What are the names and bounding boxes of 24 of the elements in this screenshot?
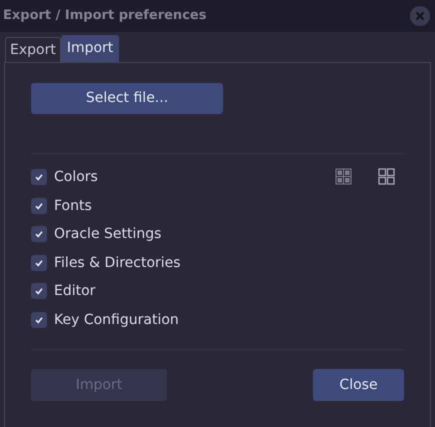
option-label: Colors [54,168,98,187]
select-all-icon[interactable] [335,168,352,185]
check-icon [34,314,44,325]
checkbox[interactable] [31,198,47,214]
checkbox[interactable] [31,254,47,271]
checkbox[interactable] [31,283,47,300]
check-icon [34,172,44,182]
option-label: Fonts [54,196,92,216]
check-icon [34,200,44,211]
tab[interactable]: Import [60,35,120,62]
checkbox[interactable] [31,226,47,242]
window-title: Export / Import preferences [3,7,206,26]
check-icon [34,229,44,240]
checkbox[interactable] [31,169,47,186]
check-icon [34,286,44,296]
close-dialog-button[interactable]: Close [313,369,404,401]
checkbox[interactable] [31,312,47,328]
select-file-button[interactable]: Select file... [31,83,223,114]
deselect-all-icon[interactable] [378,168,395,185]
option-label: Files & Directories [54,254,181,272]
option-label: Editor [54,282,96,301]
option-label: Key Configuration [54,310,179,330]
option-label: Oracle Settings [54,225,162,244]
check-icon [34,258,44,268]
